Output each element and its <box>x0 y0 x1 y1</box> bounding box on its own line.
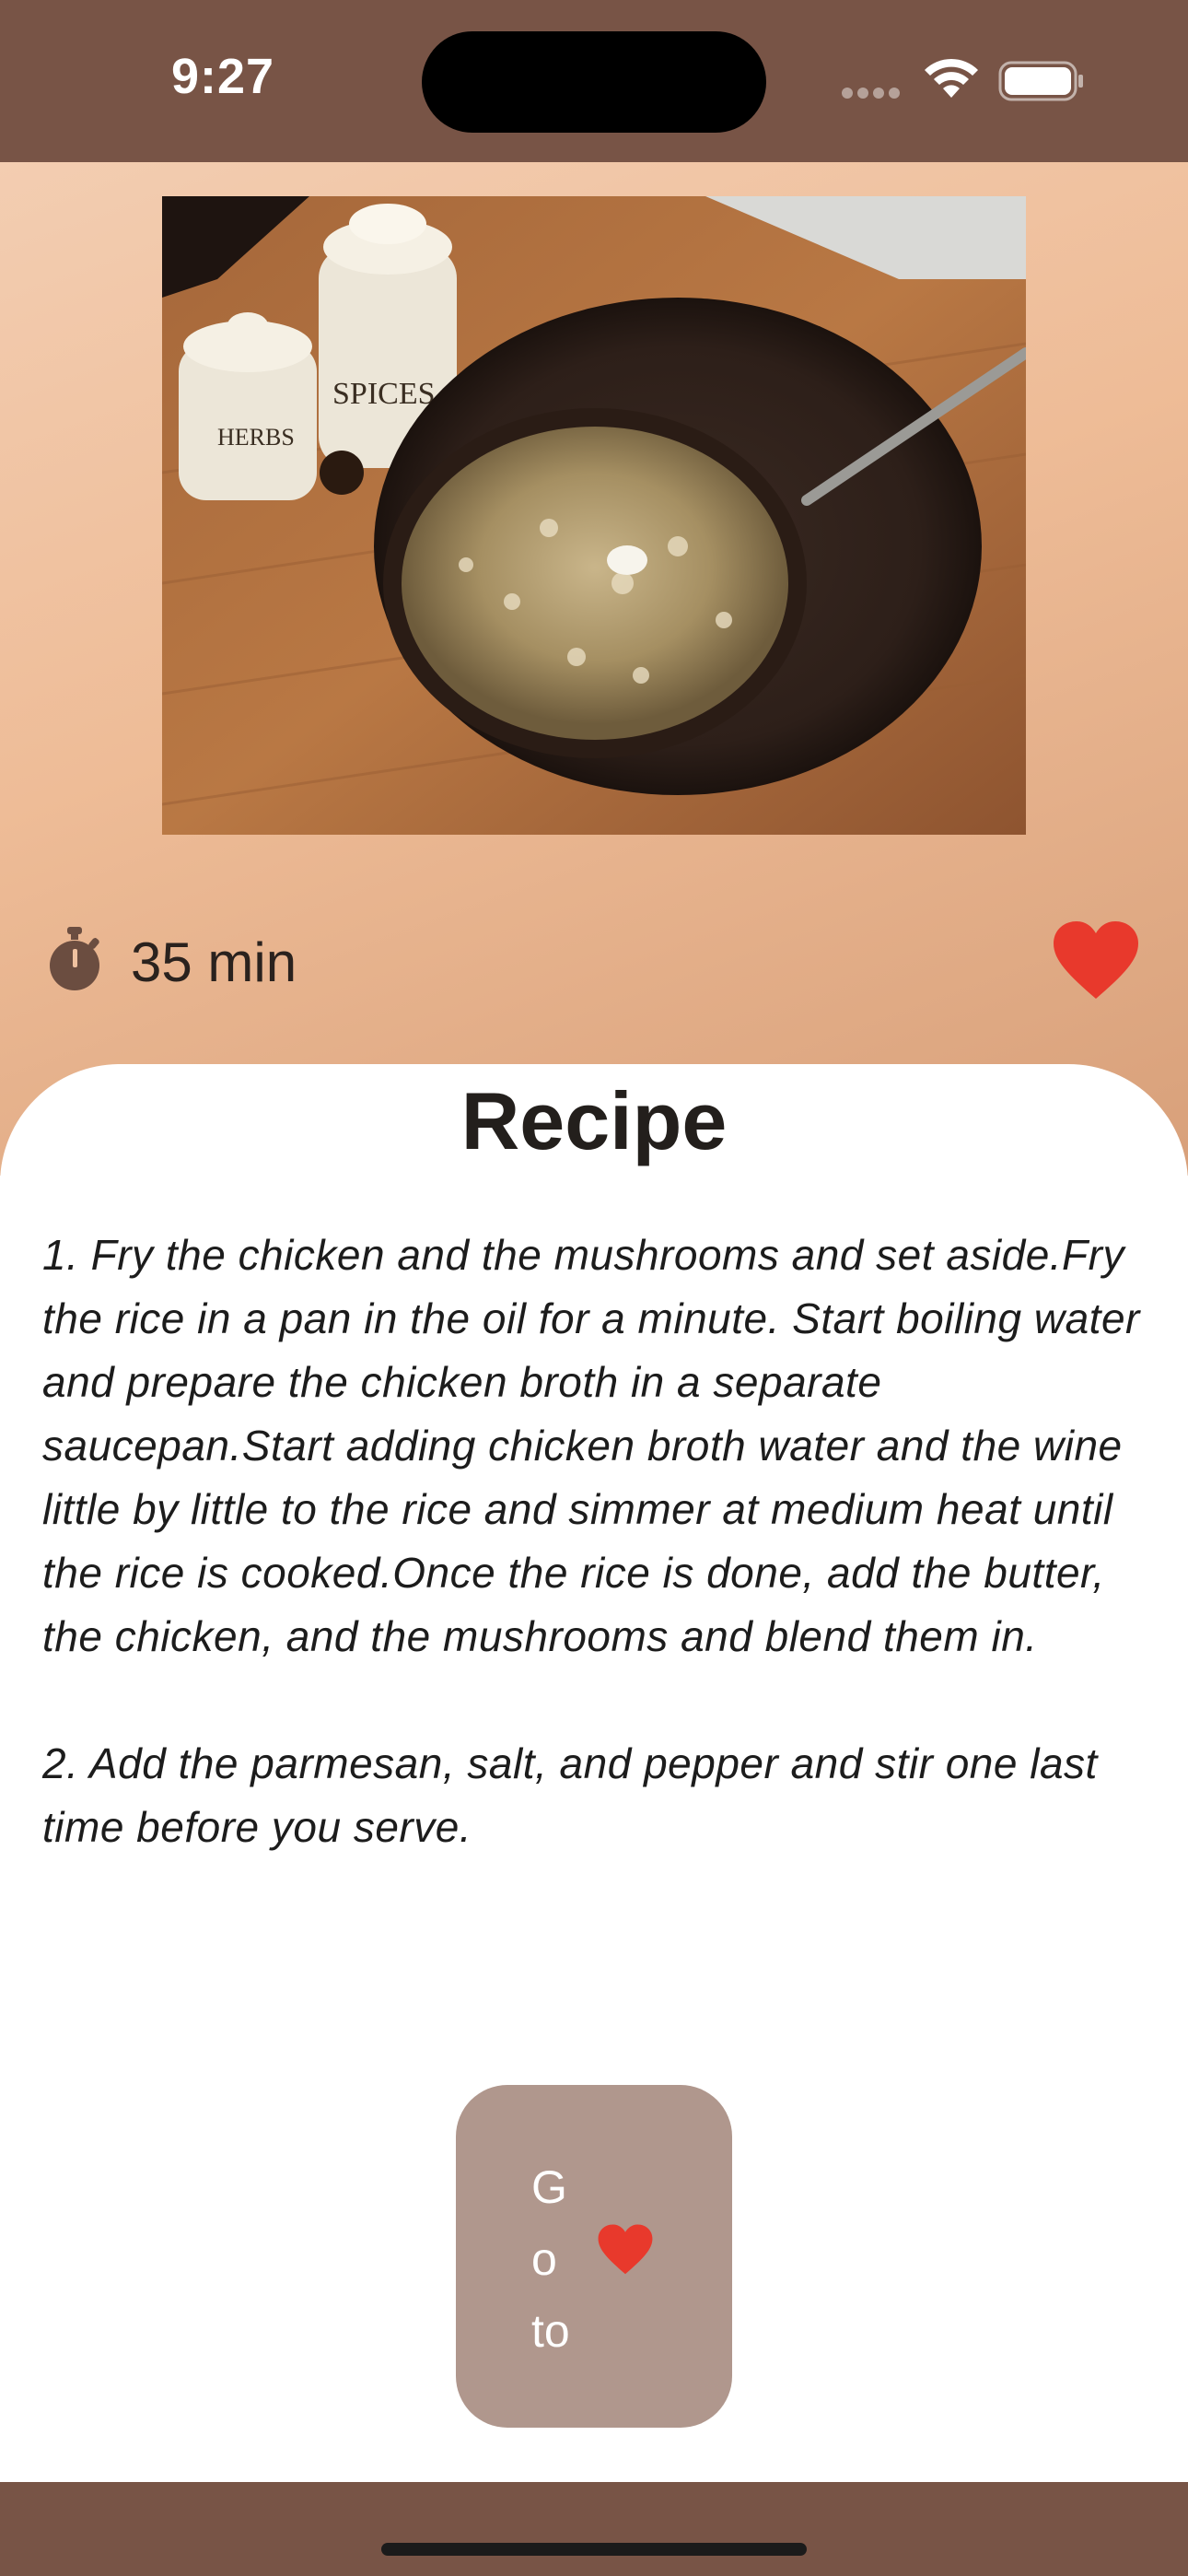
go-to-favorites-button[interactable]: G o to <box>456 2085 732 2428</box>
bottom-bar <box>0 2482 1188 2576</box>
svg-text:HERBS: HERBS <box>217 424 295 451</box>
recipe-step: 1. Fry the chicken and the mushrooms and… <box>42 1231 1140 1660</box>
heart-icon <box>598 2224 653 2275</box>
recipe-step: 2. Add the parmesan, salt, and pepper an… <box>42 1739 1098 1851</box>
svg-text:SPICES: SPICES <box>332 377 436 411</box>
battery-icon <box>998 61 1083 101</box>
go-to-label: G o to <box>531 2161 570 2357</box>
cook-time: 35 min <box>131 931 297 993</box>
favorite-button[interactable] <box>1050 919 1142 1002</box>
recipe-steps: 1. Fry the chicken and the mushrooms and… <box>42 1224 1157 1923</box>
dynamic-island <box>422 31 766 133</box>
home-indicator[interactable] <box>381 2543 807 2556</box>
wifi-icon <box>925 58 978 98</box>
status-time: 9:27 <box>171 49 275 104</box>
food-photo: HERBS SPICES <box>162 196 1026 835</box>
cellular-signal-icon <box>842 87 904 99</box>
stopwatch-icon <box>50 927 99 990</box>
status-bar: 9:27 <box>0 0 1188 162</box>
heart-icon <box>1054 921 1138 999</box>
recipe-title: Recipe <box>460 1075 728 1166</box>
